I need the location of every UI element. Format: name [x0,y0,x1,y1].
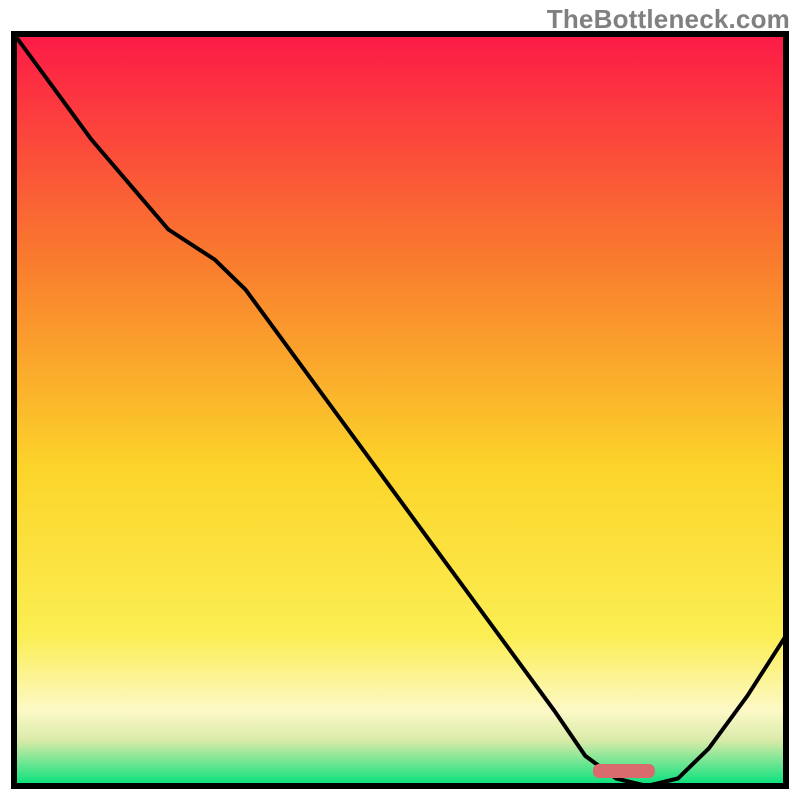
watermark-text: TheBottleneck.com [547,4,790,35]
bottleneck-chart: TheBottleneck.com [0,0,800,800]
chart-svg [0,0,800,800]
optimal-zone-marker [593,764,655,778]
gradient-background [14,34,786,786]
